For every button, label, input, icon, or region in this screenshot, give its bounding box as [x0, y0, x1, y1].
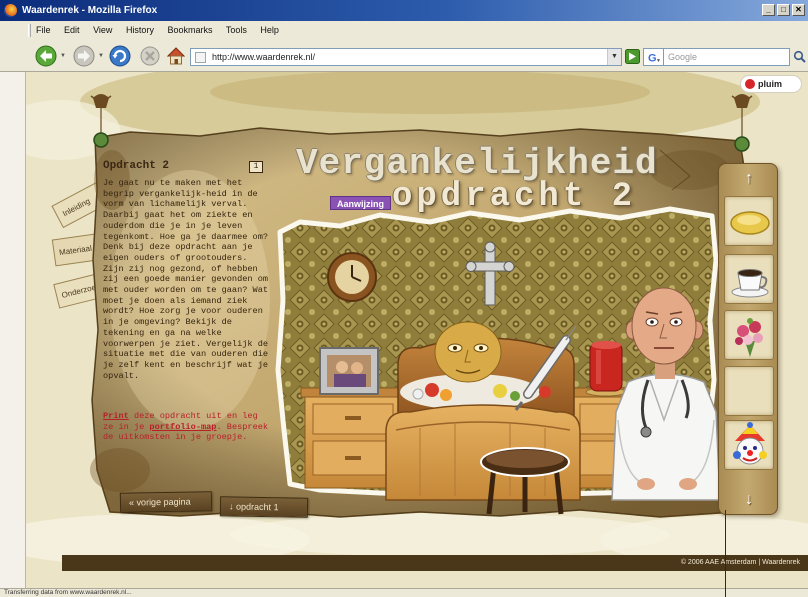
pluim-label: pluim — [758, 79, 782, 89]
magnifier-icon[interactable] — [793, 50, 806, 63]
menu-help[interactable]: Help — [260, 25, 279, 35]
address-url: http://www.waardenrek.nl/ — [212, 52, 316, 62]
wall-clock-icon — [327, 252, 377, 302]
home-icon[interactable] — [164, 44, 188, 68]
clown-mask-icon — [733, 422, 767, 465]
flower-bouquet-icon — [735, 318, 763, 357]
window-title-bar: Waardenrek - Mozilla Firefox _ □ ✕ — [0, 0, 808, 21]
sidebar-scroll-up-button[interactable]: ↑ — [729, 168, 769, 190]
pin-left — [93, 132, 109, 148]
back-history-dropdown[interactable]: ▼ — [60, 52, 67, 60]
reload-icon[interactable] — [108, 44, 132, 68]
page-indicator[interactable]: 1 — [249, 161, 263, 173]
coffee-cup-icon — [731, 269, 769, 298]
previous-page-button[interactable]: « vorige pagina — [119, 491, 213, 513]
address-history-dropdown[interactable]: ▼ — [607, 49, 621, 65]
navigation-toolbar: ▼ ▼ http://www.waardenrek.nl/ ▼ G ▼ — [0, 40, 808, 72]
forward-arrow-icon[interactable] — [72, 44, 96, 68]
print-link[interactable]: Print — [103, 411, 129, 421]
maximize-button[interactable]: □ — [777, 4, 790, 16]
firefox-icon — [4, 4, 17, 17]
menu-history[interactable]: History — [126, 25, 154, 35]
pluim-button[interactable]: pluim — [740, 75, 802, 93]
svg-text:▼: ▼ — [656, 58, 661, 64]
soap-bar-icon — [730, 211, 770, 235]
search-engine-selector[interactable]: G ▼ — [643, 48, 663, 66]
menu-bookmarks[interactable]: Bookmarks — [167, 25, 212, 35]
menu-bar: File Edit View History Bookmarks Tools H… — [0, 21, 808, 40]
assignment-text: Je gaat nu te maken met het begrip verga… — [103, 178, 269, 381]
page-favicon — [195, 52, 206, 63]
pin-right — [734, 136, 750, 152]
toolbar-grip — [28, 24, 31, 37]
page-subtitle: opdracht 2 — [392, 178, 637, 216]
sidebar-item-soap[interactable] — [724, 196, 774, 246]
photo-frame-icon — [319, 347, 379, 395]
sidebar-scroll-down-button[interactable]: ↓ — [729, 489, 769, 511]
search-input[interactable] — [663, 48, 790, 66]
sidebar-item-flowers[interactable] — [724, 310, 774, 360]
google-icon: G ▼ — [648, 53, 661, 65]
close-button[interactable]: ✕ — [792, 4, 805, 16]
window-title: Waardenrek - Mozilla Firefox — [22, 5, 158, 16]
window-controls: _ □ ✕ — [762, 4, 805, 16]
hint-tag[interactable]: Aanwijzing — [330, 196, 391, 210]
back-arrow-icon[interactable] — [34, 44, 58, 68]
sidebar-item-coffee[interactable] — [724, 254, 774, 304]
menu-tools[interactable]: Tools — [226, 25, 247, 35]
site-footer: © 2006 AAE Amsterdam | Waardenrek — [62, 555, 808, 571]
menu-view[interactable]: View — [93, 25, 112, 35]
go-arrow-icon[interactable] — [625, 49, 640, 64]
sidebar-item-clown[interactable] — [724, 420, 774, 470]
stop-icon[interactable] — [138, 44, 162, 68]
menu-file[interactable]: File — [36, 25, 51, 35]
red-candle-icon — [585, 341, 627, 397]
sidebar-item-empty[interactable] — [724, 366, 774, 416]
status-bar: Transferring data from www.waardenrek.nl… — [0, 588, 808, 597]
minimize-button[interactable]: _ — [762, 4, 775, 16]
object-sidebar: ↑ ↓ — [718, 163, 778, 515]
address-bar[interactable]: http://www.waardenrek.nl/ ▼ — [190, 48, 622, 66]
annotation-line — [725, 510, 726, 597]
forward-history-dropdown[interactable]: ▼ — [98, 52, 105, 60]
print-instruction: Print deze opdracht uit en leg ze in je … — [103, 411, 271, 443]
menu-edit[interactable]: Edit — [64, 25, 80, 35]
next-assignment-button[interactable]: ↓ opdracht 1 — [219, 496, 309, 518]
portfolio-link[interactable]: portfolio-map — [149, 422, 216, 432]
pluim-icon — [745, 79, 755, 89]
assignment-heading: Opdracht 2 — [103, 160, 170, 172]
